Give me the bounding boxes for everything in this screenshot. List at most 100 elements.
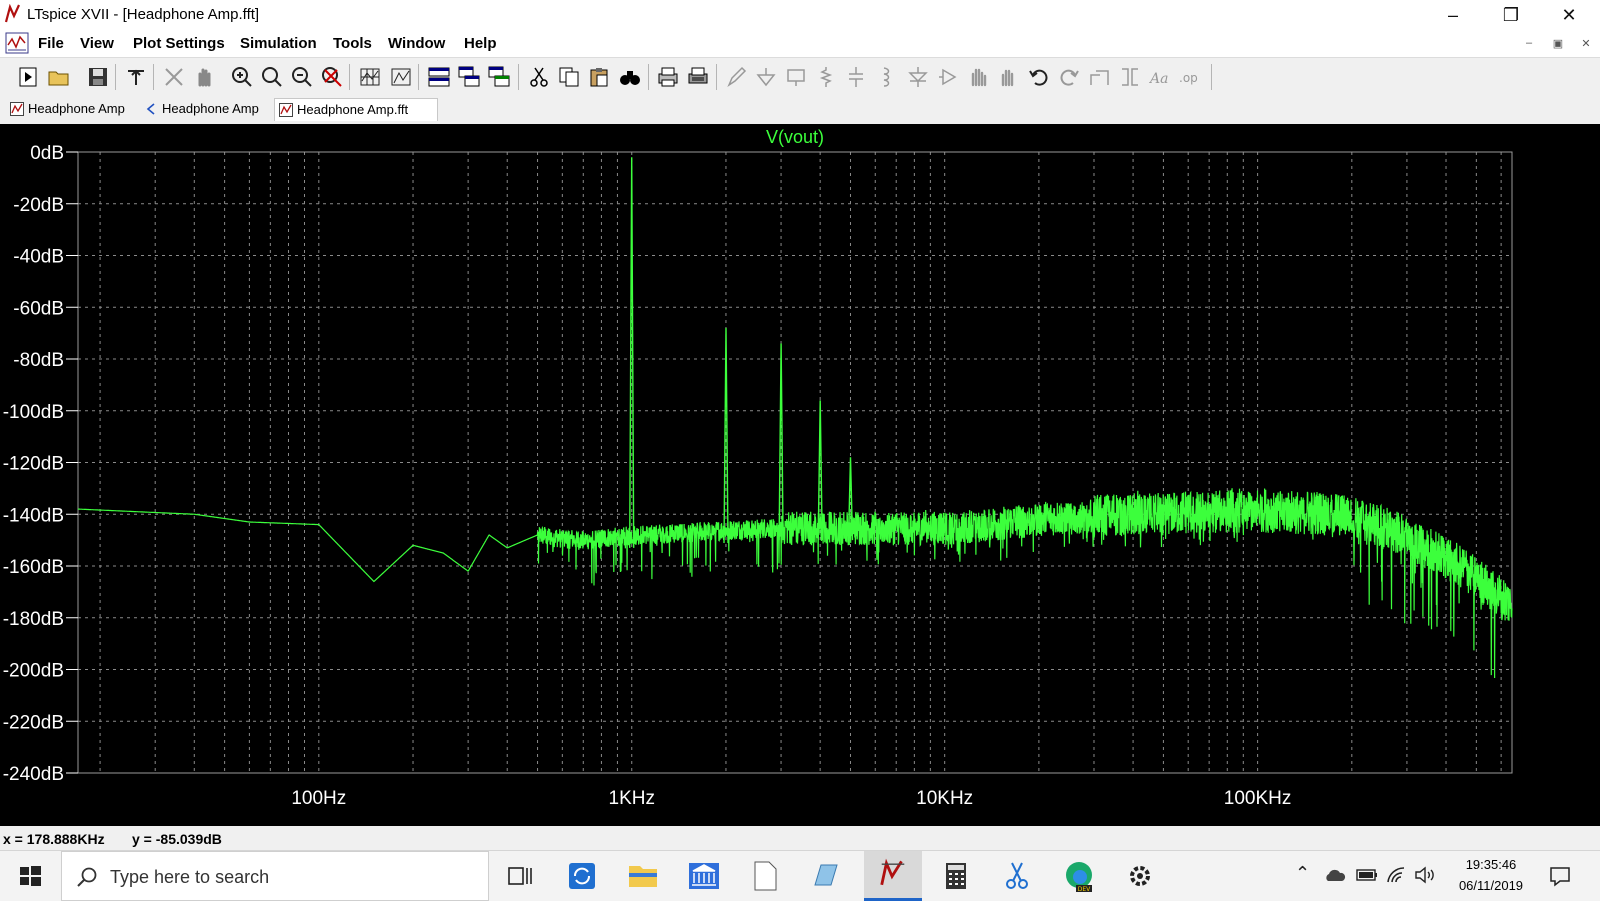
- y-tick-label: -140dB: [3, 505, 64, 526]
- cut-icon[interactable]: [527, 65, 551, 89]
- notification-center-icon[interactable]: [1548, 864, 1572, 888]
- menu-view[interactable]: View: [80, 35, 114, 52]
- pencil-icon[interactable]: [724, 65, 748, 89]
- notes-app-icon[interactable]: [797, 851, 855, 901]
- tab-schematic[interactable]: Headphone Amp: [6, 98, 154, 120]
- zoom-cancel-icon[interactable]: [320, 65, 344, 89]
- fft-plot[interactable]: 0dB -20dB -40dB -60dB -80dB -100dB -120dB -140d…: [0, 124, 1600, 826]
- taskbar-search[interactable]: Type here to search: [61, 851, 489, 901]
- pan-icon[interactable]: [192, 65, 216, 89]
- ground-icon[interactable]: [754, 65, 778, 89]
- title-bar: LTspice XVII - [Headphone Amp.fft] – ❐ ✕: [0, 0, 1600, 30]
- task-view-icon[interactable]: [491, 851, 549, 901]
- label-net-icon[interactable]: [784, 65, 808, 89]
- ltspice-taskbar-icon[interactable]: [864, 851, 922, 901]
- move-icon[interactable]: [966, 65, 990, 89]
- windows-start-icon[interactable]: [0, 851, 60, 901]
- windows-taskbar: Type here to search DEV ⌃ 19:35:46 06/11…: [0, 850, 1600, 901]
- file-explorer-icon[interactable]: [614, 851, 672, 901]
- clock-time[interactable]: 19:35:46: [1446, 857, 1536, 872]
- control-panel-icon[interactable]: [124, 65, 148, 89]
- document-app-icon[interactable]: [736, 851, 794, 901]
- y-axis: 0dB -20dB -40dB -60dB -80dB -100dB -120dB -140d…: [3, 143, 78, 785]
- capacitor-icon[interactable]: [844, 65, 868, 89]
- edge-dev-icon[interactable]: DEV: [1050, 851, 1108, 901]
- find-icon[interactable]: [618, 65, 642, 89]
- volume-icon[interactable]: [1414, 866, 1436, 884]
- autorange-icon[interactable]: [162, 65, 186, 89]
- clock-date[interactable]: 06/11/2019: [1446, 878, 1536, 893]
- mdi-minimize-icon[interactable]: –: [1520, 37, 1538, 51]
- new-icon[interactable]: [16, 65, 40, 89]
- mirror-icon[interactable]: [1118, 65, 1142, 89]
- redo-icon[interactable]: [1057, 65, 1081, 89]
- bank-app-icon[interactable]: [675, 851, 733, 901]
- window-title: LTspice XVII - [Headphone Amp.fft]: [27, 6, 260, 23]
- plot-canvas[interactable]: 0dB -20dB -40dB -60dB -80dB -100dB -120dB -140d…: [0, 124, 1600, 826]
- rotate-icon[interactable]: [1088, 65, 1112, 89]
- trace-noise-floor: [78, 488, 1513, 679]
- zoom-in-icon[interactable]: [230, 65, 254, 89]
- save-icon[interactable]: [86, 65, 110, 89]
- toolbar-separator: [716, 64, 717, 90]
- y-tick-label: -160dB: [3, 557, 64, 578]
- battery-icon[interactable]: [1356, 868, 1378, 882]
- onedrive-cloud-icon[interactable]: [1324, 867, 1346, 883]
- arrange-icon[interactable]: [487, 65, 511, 89]
- resistor-icon[interactable]: [814, 65, 838, 89]
- y-tick-label: -20dB: [13, 195, 64, 216]
- print-icon[interactable]: [656, 65, 680, 89]
- y-tick-label: -40dB: [13, 247, 64, 268]
- zoom-out-icon[interactable]: [290, 65, 314, 89]
- y-tick-label: -80dB: [13, 350, 64, 371]
- calculator-icon[interactable]: [927, 851, 985, 901]
- svg-text:Aa: Aa: [1148, 71, 1168, 87]
- toolbar: Aa .op: [0, 58, 1600, 97]
- menu-file[interactable]: File: [38, 35, 64, 52]
- trace-v-vout: [78, 157, 1513, 679]
- toolbar-separator: [1211, 64, 1212, 90]
- mdi-restore-icon[interactable]: ▣: [1549, 37, 1567, 51]
- menu-simulation[interactable]: Simulation: [240, 35, 317, 52]
- paste-icon[interactable]: [587, 65, 611, 89]
- copy-icon[interactable]: [557, 65, 581, 89]
- wifi-icon[interactable]: [1386, 866, 1406, 884]
- sync-app-icon[interactable]: [553, 851, 611, 901]
- menu-window[interactable]: Window: [388, 35, 445, 52]
- chevron-up-icon[interactable]: ⌃: [1295, 863, 1310, 884]
- tab-waveform[interactable]: Headphone Amp: [140, 98, 290, 120]
- restore-icon[interactable]: ❐: [1482, 0, 1540, 30]
- open-icon[interactable]: [47, 65, 71, 89]
- inductor-icon[interactable]: [874, 65, 898, 89]
- toolbar-separator: [153, 64, 154, 90]
- menu-bar: File View Plot Settings Simulation Tools…: [0, 30, 1600, 58]
- search-icon: [77, 867, 97, 887]
- snipping-tool-icon[interactable]: [988, 851, 1046, 901]
- print-setup-icon[interactable]: [686, 65, 710, 89]
- drag-icon[interactable]: [996, 65, 1020, 89]
- menu-plot-settings[interactable]: Plot Settings: [133, 35, 225, 52]
- tab-fft[interactable]: Headphone Amp.fft: [274, 98, 438, 121]
- close-icon[interactable]: ✕: [1540, 0, 1598, 30]
- tile-horizontal-icon[interactable]: [427, 65, 451, 89]
- trace-label[interactable]: V(vout): [766, 127, 824, 147]
- diode-icon[interactable]: [906, 65, 930, 89]
- grid-icon[interactable]: [358, 65, 382, 89]
- plot-window-icon[interactable]: [5, 31, 29, 55]
- toolbar-separator: [518, 64, 519, 90]
- menu-help[interactable]: Help: [464, 35, 497, 52]
- y-tick-label: -120dB: [3, 454, 64, 475]
- axis-icon[interactable]: [389, 65, 413, 89]
- component-icon[interactable]: [936, 65, 960, 89]
- zoom-area-icon[interactable]: [260, 65, 284, 89]
- tab-label: Headphone Amp: [28, 101, 125, 116]
- minimize-icon[interactable]: –: [1424, 0, 1482, 30]
- undo-icon[interactable]: [1027, 65, 1051, 89]
- spice-directive-icon[interactable]: .op: [1178, 65, 1202, 89]
- search-placeholder: Type here to search: [110, 867, 270, 887]
- settings-gear-icon[interactable]: [1111, 851, 1169, 901]
- menu-tools[interactable]: Tools: [333, 35, 372, 52]
- cascade-icon[interactable]: [457, 65, 481, 89]
- text-icon[interactable]: Aa: [1148, 65, 1172, 89]
- mdi-close-icon[interactable]: ✕: [1577, 37, 1595, 51]
